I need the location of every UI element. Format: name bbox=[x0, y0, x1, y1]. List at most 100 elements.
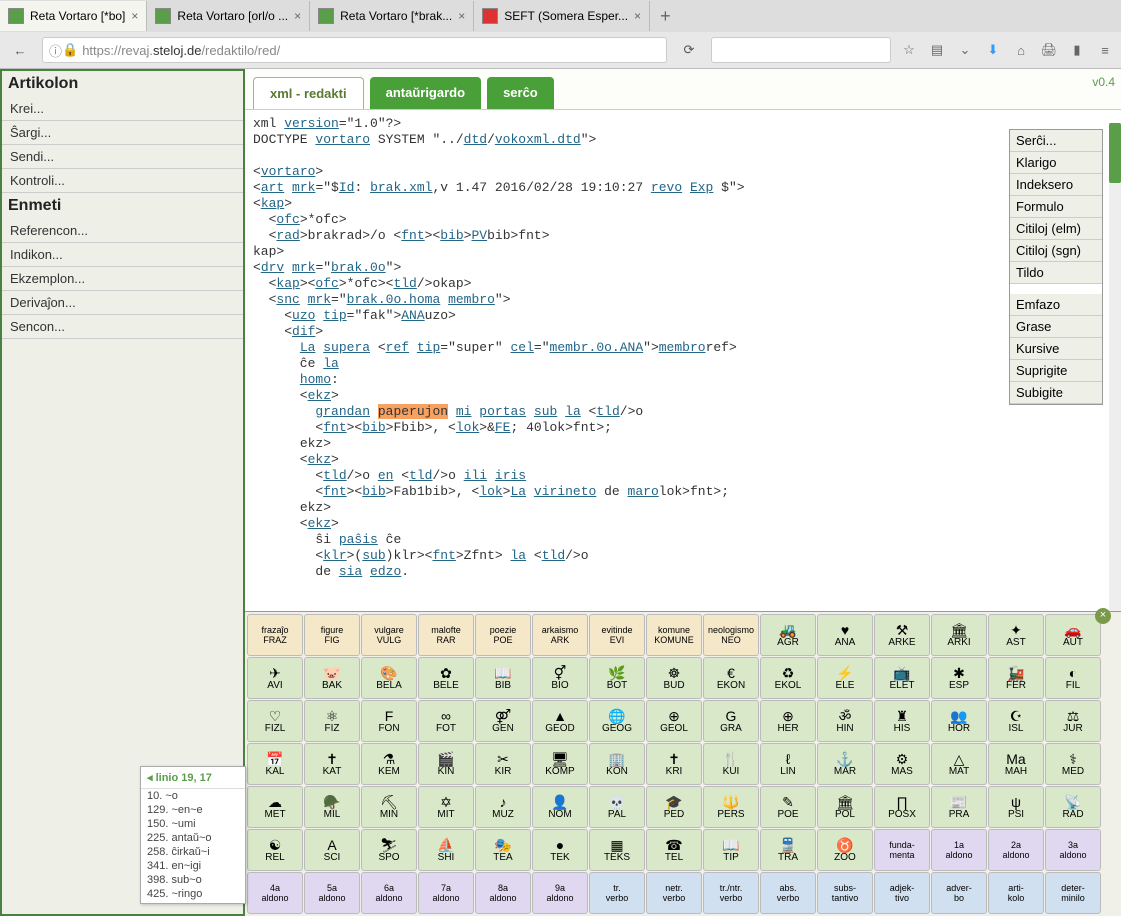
right-panel-item[interactable]: Grase bbox=[1010, 316, 1102, 338]
palette-cell[interactable]: ⛷SPO bbox=[361, 829, 417, 871]
palette-cell[interactable]: 🐷BAK bbox=[304, 657, 360, 699]
palette-cell[interactable]: funda-menta bbox=[874, 829, 930, 871]
sidebar-item[interactable]: Derivaĵon... bbox=[2, 291, 243, 315]
palette-cell[interactable]: 🌐GEOG bbox=[589, 700, 645, 742]
hint-row[interactable]: 129. ~en~e bbox=[141, 803, 245, 817]
palette-cell[interactable]: ℓLIN bbox=[760, 743, 816, 785]
palette-cell[interactable]: 🚂FER bbox=[988, 657, 1044, 699]
palette-cell[interactable]: ▲GEOD bbox=[532, 700, 588, 742]
palette-cell[interactable]: netr.verbo bbox=[646, 872, 702, 914]
browser-tab[interactable]: Reta Vortaro [*bo]× bbox=[0, 1, 147, 31]
editor-tab[interactable]: serĉo bbox=[487, 77, 554, 109]
palette-cell[interactable]: 📖BIB bbox=[475, 657, 531, 699]
palette-close-button[interactable]: × bbox=[1095, 608, 1111, 624]
palette-cell[interactable]: 1aaldono bbox=[931, 829, 987, 871]
palette-cell[interactable]: ♡FIZL bbox=[247, 700, 303, 742]
palette-cell[interactable]: ♜HIS bbox=[874, 700, 930, 742]
palette-cell[interactable]: ⊕HER bbox=[760, 700, 816, 742]
right-panel-item[interactable]: Subigite bbox=[1010, 382, 1102, 404]
palette-cell[interactable]: △MAT bbox=[931, 743, 987, 785]
palette-cell[interactable]: abs.verbo bbox=[760, 872, 816, 914]
url-bar[interactable]: ⓘ 🔒 https://revaj.steloj.de/redaktilo/re… bbox=[42, 37, 667, 63]
palette-cell[interactable]: ✂KIR bbox=[475, 743, 531, 785]
tab-close-icon[interactable]: × bbox=[634, 9, 641, 23]
palette-cell[interactable]: ▦TEKS bbox=[589, 829, 645, 871]
palette-cell[interactable]: arti-kolo bbox=[988, 872, 1044, 914]
palette-cell[interactable]: 📡RAD bbox=[1045, 786, 1101, 828]
palette-cell[interactable]: poeziePOE bbox=[475, 614, 531, 656]
palette-cell[interactable]: ॐHIN bbox=[817, 700, 873, 742]
palette-cell[interactable]: 🔱PERS bbox=[703, 786, 759, 828]
palette-cell[interactable]: 🖥KOMP bbox=[532, 743, 588, 785]
hint-row[interactable]: 258. ĉirkaŭ~i bbox=[141, 845, 245, 859]
palette-cell[interactable]: 📺ELET bbox=[874, 657, 930, 699]
palette-cell[interactable]: ☸BUD bbox=[646, 657, 702, 699]
xml-editor[interactable]: xml version="1.0"?> DOCTYPE vortaro SYST… bbox=[245, 109, 1121, 611]
palette-cell[interactable]: adjek-tivo bbox=[874, 872, 930, 914]
palette-cell[interactable]: 🎨BELA bbox=[361, 657, 417, 699]
palette-cell[interactable]: evitindeEVI bbox=[589, 614, 645, 656]
palette-cell[interactable]: komuneKOMUNE bbox=[646, 614, 702, 656]
browser-search-input[interactable] bbox=[711, 37, 891, 63]
palette-cell[interactable]: ✦AST bbox=[988, 614, 1044, 656]
book-icon[interactable]: ▮ bbox=[1067, 42, 1087, 58]
palette-cell[interactable]: 🎓PED bbox=[646, 786, 702, 828]
reload-button[interactable]: ⟳ bbox=[675, 36, 703, 64]
palette-cell[interactable]: ☪ISL bbox=[988, 700, 1044, 742]
palette-cell[interactable]: ⚗KEM bbox=[361, 743, 417, 785]
palette-cell[interactable]: ⚓MAR bbox=[817, 743, 873, 785]
palette-cell[interactable]: ⛵SHI bbox=[418, 829, 474, 871]
new-tab-button[interactable]: + bbox=[650, 6, 681, 27]
download-icon[interactable]: ⬇ bbox=[983, 42, 1003, 58]
palette-cell[interactable]: tr./ntr.verbo bbox=[703, 872, 759, 914]
palette-cell[interactable]: 💀PAL bbox=[589, 786, 645, 828]
palette-cell[interactable]: 🚗AUT bbox=[1045, 614, 1101, 656]
hint-row[interactable]: 341. en~igi bbox=[141, 859, 245, 873]
right-panel-item[interactable]: Klarigo bbox=[1010, 152, 1102, 174]
palette-cell[interactable]: 🚆TRA bbox=[760, 829, 816, 871]
palette-cell[interactable]: GGRA bbox=[703, 700, 759, 742]
palette-cell[interactable]: €EKON bbox=[703, 657, 759, 699]
palette-cell[interactable]: ⚒ARKE bbox=[874, 614, 930, 656]
editor-tab[interactable]: antaŭrigardo bbox=[370, 77, 481, 109]
palette-cell[interactable]: deter-minilo bbox=[1045, 872, 1101, 914]
palette-cell[interactable]: ✝KRI bbox=[646, 743, 702, 785]
palette-cell[interactable]: neologismoNEO bbox=[703, 614, 759, 656]
right-panel-item[interactable]: Emfazo bbox=[1010, 294, 1102, 316]
palette-cell[interactable]: ✎POE bbox=[760, 786, 816, 828]
palette-cell[interactable]: ●TEK bbox=[532, 829, 588, 871]
palette-cell[interactable]: 🏛ARKI bbox=[931, 614, 987, 656]
right-panel-item[interactable]: Tildo bbox=[1010, 262, 1102, 284]
hint-row[interactable]: 10. ~o bbox=[141, 789, 245, 803]
palette-cell[interactable]: 🌿BOT bbox=[589, 657, 645, 699]
palette-cell[interactable]: tr.verbo bbox=[589, 872, 645, 914]
palette-cell[interactable]: 📰PRA bbox=[931, 786, 987, 828]
hint-row[interactable]: 398. sub~o bbox=[141, 873, 245, 887]
palette-cell[interactable]: ψPSI bbox=[988, 786, 1044, 828]
browser-tab[interactable]: Reta Vortaro [orl/o ...× bbox=[147, 1, 310, 31]
palette-cell[interactable]: 📖TIP bbox=[703, 829, 759, 871]
palette-cell[interactable]: ∞FOT bbox=[418, 700, 474, 742]
palette-cell[interactable]: ⚖JUR bbox=[1045, 700, 1101, 742]
palette-cell[interactable]: 8aaldono bbox=[475, 872, 531, 914]
pocket-icon[interactable]: ⌄ bbox=[955, 42, 975, 58]
palette-cell[interactable]: ⚛FIZ bbox=[304, 700, 360, 742]
palette-cell[interactable]: figureFIG bbox=[304, 614, 360, 656]
back-button[interactable]: ← bbox=[6, 36, 34, 64]
home-icon[interactable]: ⌂ bbox=[1011, 43, 1031, 58]
browser-tab[interactable]: SEFT (Somera Esper...× bbox=[474, 1, 650, 31]
palette-cell[interactable]: ✱ESP bbox=[931, 657, 987, 699]
palette-cell[interactable]: 6aaldono bbox=[361, 872, 417, 914]
sidebar-item[interactable]: Indikon... bbox=[2, 243, 243, 267]
sidebar-item[interactable]: Sendi... bbox=[2, 145, 243, 169]
sidebar-item[interactable]: Ekzemplon... bbox=[2, 267, 243, 291]
right-panel-item[interactable]: Suprigite bbox=[1010, 360, 1102, 382]
palette-cell[interactable]: 🪖MIL bbox=[304, 786, 360, 828]
palette-cell[interactable]: ☎TEL bbox=[646, 829, 702, 871]
hint-row[interactable]: 425. ~ringo bbox=[141, 887, 245, 901]
palette-cell[interactable]: ♪MUZ bbox=[475, 786, 531, 828]
palette-cell[interactable]: ⚕MED bbox=[1045, 743, 1101, 785]
hint-row[interactable]: 150. ~umi bbox=[141, 817, 245, 831]
palette-cell[interactable]: ✿BELE bbox=[418, 657, 474, 699]
palette-cell[interactable]: 3aaldono bbox=[1045, 829, 1101, 871]
